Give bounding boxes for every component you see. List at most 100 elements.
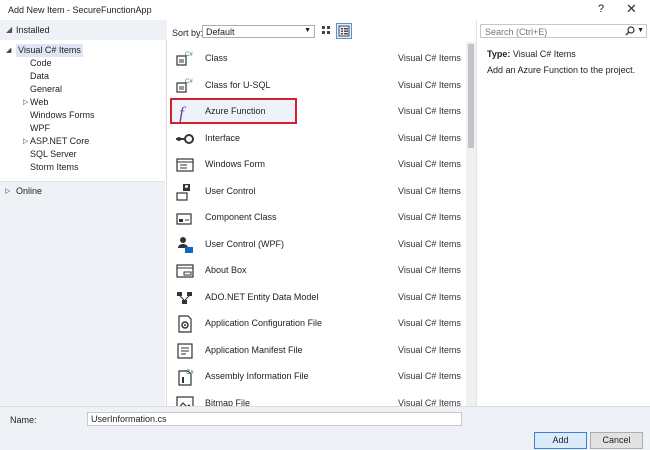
tree-item-label: Web bbox=[30, 97, 49, 107]
template-item[interactable]: User Control Visual C# Items bbox=[167, 178, 463, 204]
template-item[interactable]: Application Configuration File Visual C# … bbox=[167, 310, 463, 336]
template-item-name: Bitmap File bbox=[205, 397, 251, 407]
installed-label: Installed bbox=[16, 25, 50, 35]
bitmap-file-icon bbox=[175, 394, 195, 406]
item-description: Add an Azure Function to the project. bbox=[487, 65, 636, 75]
template-item[interactable]: C# Class Visual C# Items bbox=[167, 45, 463, 71]
list-scrollbar[interactable] bbox=[466, 42, 476, 406]
close-button[interactable]: ✕ bbox=[626, 1, 637, 17]
template-item[interactable]: User Control (WPF) Visual C# Items bbox=[167, 231, 463, 257]
expand-arrow-icon[interactable]: ▷ bbox=[5, 187, 10, 195]
template-item-kind: Visual C# Items bbox=[398, 185, 461, 196]
template-item[interactable]: Component Class Visual C# Items bbox=[167, 204, 463, 230]
template-item-name: User Control (WPF) bbox=[205, 238, 285, 249]
type-label: Type: bbox=[487, 49, 511, 59]
online-label: Online bbox=[16, 186, 43, 196]
template-item-kind: Visual C# Items bbox=[398, 53, 461, 63]
tree-item-label: Data bbox=[30, 71, 50, 81]
template-item-kind: Visual C# Items bbox=[398, 397, 461, 407]
tree-item-label: General bbox=[30, 84, 63, 94]
category-tree: ◢ Visual C# Items Code Data General ▷ Web Windo… bbox=[0, 42, 165, 182]
online-header[interactable]: ▷ Online bbox=[0, 182, 165, 406]
add-button[interactable]: Add bbox=[534, 432, 587, 449]
grid-view-icon bbox=[322, 26, 330, 34]
template-item-name: Azure Function bbox=[205, 106, 266, 116]
template-item-kind: Visual C# Items bbox=[398, 344, 461, 355]
tree-item-label: ASP.NET Core bbox=[30, 136, 90, 146]
template-item-name: Class for U-SQL bbox=[205, 79, 271, 90]
tree-item[interactable]: Code bbox=[30, 57, 52, 70]
template-item-name: Class bbox=[205, 53, 228, 63]
tree-item[interactable]: Windows Forms bbox=[30, 109, 95, 122]
template-item-name: Windows Form bbox=[205, 159, 266, 169]
help-button[interactable]: ? bbox=[598, 3, 604, 15]
expand-arrow-icon[interactable]: ▷ bbox=[23, 135, 28, 148]
sort-select[interactable]: Default ▼ bbox=[202, 25, 315, 38]
template-item[interactable]: C# Assembly Information File Visual C# Ite… bbox=[167, 363, 463, 389]
tree-item[interactable]: Data bbox=[30, 70, 49, 83]
tree-item-label: Code bbox=[30, 58, 52, 68]
collapse-arrow-icon[interactable]: ◢ bbox=[6, 25, 12, 34]
tree-item[interactable]: WPF bbox=[30, 122, 50, 135]
template-item-name: Component Class bbox=[205, 212, 277, 222]
template-item-kind: Visual C# Items bbox=[398, 238, 461, 249]
template-item-kind: Visual C# Items bbox=[398, 318, 461, 328]
search-box[interactable]: Search (Ctrl+E) ▼ bbox=[480, 24, 647, 38]
tree-item[interactable]: Storm Items bbox=[30, 161, 79, 174]
bottom-bar: Name: UserInformation.cs Add Cancel bbox=[0, 406, 650, 450]
template-item[interactable]: Windows Form Visual C# Items bbox=[167, 151, 463, 177]
tree-item-label: Visual C# Items bbox=[18, 45, 81, 55]
list-view-icon bbox=[338, 25, 350, 37]
tree-item[interactable]: General bbox=[30, 83, 62, 96]
svg-text:C#: C# bbox=[185, 79, 193, 85]
template-item[interactable]: C# Class for U-SQL Visual C# Items bbox=[167, 72, 463, 98]
template-item-kind: Visual C# Items bbox=[398, 265, 461, 275]
svg-text:C#: C# bbox=[186, 370, 194, 376]
class-icon: C# bbox=[175, 49, 195, 69]
medium-icons-view-button[interactable] bbox=[319, 23, 335, 39]
template-item[interactable]: About Box Visual C# Items bbox=[167, 257, 463, 283]
tree-item[interactable]: ▷ ASP.NET Core bbox=[23, 135, 90, 148]
search-icon[interactable] bbox=[625, 26, 635, 38]
tree-item[interactable]: ▷ Web bbox=[23, 96, 49, 109]
interface-icon bbox=[175, 129, 195, 149]
search-options-chevron-icon[interactable]: ▼ bbox=[637, 27, 644, 34]
expand-arrow-icon[interactable]: ▷ bbox=[23, 96, 28, 109]
template-item[interactable]: f Azure Function Visual C# Items bbox=[167, 98, 463, 124]
list-view-button[interactable] bbox=[336, 23, 352, 39]
search-placeholder: Search (Ctrl+E) bbox=[485, 27, 548, 37]
template-item-kind: Visual C# Items bbox=[398, 212, 461, 222]
title-bar: Add New Item - SecureFunctionApp ? ✕ bbox=[0, 0, 650, 20]
sort-value: Default bbox=[206, 27, 235, 37]
component-class-icon bbox=[175, 208, 195, 228]
cancel-button[interactable]: Cancel bbox=[590, 432, 643, 449]
user-control-wpf-icon bbox=[175, 235, 195, 255]
template-categories-pane: ◢ Installed ◢ Visual C# Items Code Data Gene… bbox=[0, 20, 167, 406]
scrollbar-thumb[interactable] bbox=[468, 44, 474, 148]
assembly-info-icon: C# bbox=[175, 367, 195, 387]
tree-item[interactable]: SQL Server bbox=[30, 148, 77, 161]
details-pane: Search (Ctrl+E) ▼ Type: Visual C# Items … bbox=[476, 20, 650, 406]
windows-form-icon bbox=[175, 155, 195, 175]
tree-item[interactable]: ◢ Visual C# Items bbox=[6, 44, 83, 57]
sort-toolbar: Sort by: Default ▼ bbox=[167, 20, 480, 42]
tree-item-label: SQL Server bbox=[30, 149, 77, 159]
collapse-arrow-icon[interactable]: ◢ bbox=[6, 44, 11, 57]
type-info: Type: Visual C# Items bbox=[487, 49, 576, 59]
template-item-name: ADO.NET Entity Data Model bbox=[205, 291, 319, 302]
template-item-kind: Visual C# Items bbox=[398, 371, 461, 381]
tree-item-label: WPF bbox=[30, 123, 50, 133]
template-item[interactable]: ADO.NET Entity Data Model Visual C# Items bbox=[167, 284, 463, 310]
installed-header[interactable]: ◢ Installed bbox=[0, 20, 167, 40]
template-item-name: Interface bbox=[205, 132, 241, 143]
manifest-file-icon bbox=[175, 341, 195, 361]
template-item[interactable]: Interface Visual C# Items bbox=[167, 125, 463, 151]
template-item[interactable]: Bitmap File Visual C# Items bbox=[167, 390, 463, 407]
template-item[interactable]: Application Manifest File Visual C# Items bbox=[167, 337, 463, 363]
about-box-icon bbox=[175, 261, 195, 281]
template-list: C# Class Visual C# Items C# Class for U-SQL V… bbox=[167, 42, 473, 406]
config-file-icon bbox=[175, 314, 195, 334]
template-item-kind: Visual C# Items bbox=[398, 79, 461, 90]
template-item-name: About Box bbox=[205, 265, 247, 275]
name-input[interactable]: UserInformation.cs bbox=[87, 412, 462, 426]
